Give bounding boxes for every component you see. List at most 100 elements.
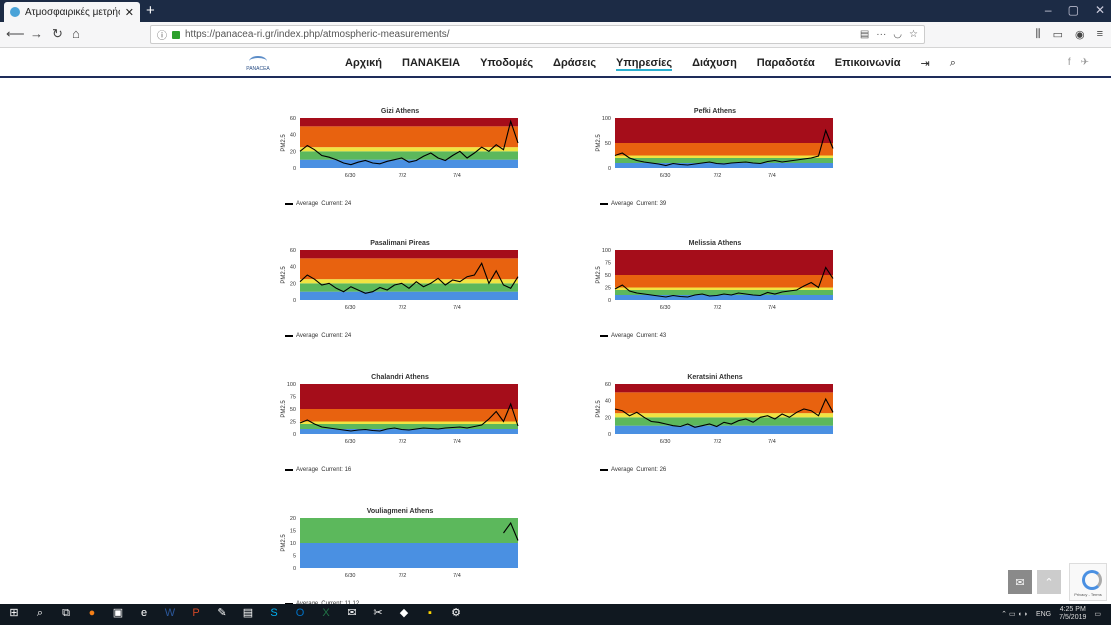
arrow-right-icon: → <box>30 26 43 41</box>
chart-band <box>615 413 833 418</box>
chart-band <box>300 118 518 127</box>
clock[interactable]: 4:25 PM 7/5/2019 <box>1059 606 1086 622</box>
y-tick-label: 100 <box>602 248 611 254</box>
settings-icon[interactable]: ⚙ <box>450 607 462 619</box>
chart-band <box>615 143 833 156</box>
email-button[interactable]: ✉ <box>1008 570 1032 594</box>
chart-band <box>300 409 518 422</box>
firefox-icon[interactable]: ● <box>86 607 98 619</box>
outlook-icon[interactable]: O <box>294 607 306 619</box>
windows-taskbar: ⊞ ⌕ ⧉ ● ▣ e W P ✎ ▤ S O X ✉ ✂ ◆ ▪ ⚙ ⌃ ▭ ◖ ◗ ENG 4:25 PM 7… <box>0 604 1111 625</box>
x-tick-label: 6/30 <box>345 173 356 179</box>
y-tick-label: 0 <box>608 298 611 304</box>
menu-item-actions[interactable]: Δράσεις <box>553 57 596 71</box>
menu-item-dissemination[interactable]: Διάχυση <box>692 57 737 71</box>
search-icon[interactable]: ⌕ <box>950 57 956 71</box>
sidebar-icon[interactable]: ▭ <box>1053 28 1063 41</box>
y-tick-label: 50 <box>605 273 611 279</box>
files-icon[interactable]: ▤ <box>242 607 254 619</box>
powerpoint-icon[interactable]: P <box>190 607 202 619</box>
chart-svg: 0 20 40 60 PM2.5 6/30 7/2 7/4 <box>596 382 834 445</box>
tool-icon[interactable]: ✂ <box>372 607 384 619</box>
chart-band <box>615 417 833 426</box>
notifications-icon[interactable]: ▭ <box>1094 610 1101 618</box>
search-icon[interactable]: ⌕ <box>34 607 46 619</box>
chart-panel: Vouliagmeni Athens 0 5 10 15 20 PM2.5 6/30 7/2 7/… <box>275 508 525 607</box>
login-icon[interactable]: ⇥ <box>921 57 930 71</box>
back-button[interactable]: ⟵ <box>6 26 25 42</box>
sticky-notes-icon[interactable]: ▪ <box>424 607 436 619</box>
lock-icon <box>172 30 180 39</box>
chart-band <box>615 275 833 288</box>
new-tab-button[interactable]: + <box>146 2 155 19</box>
word-icon[interactable]: W <box>164 607 176 619</box>
chart-band <box>615 425 833 434</box>
legend-swatch <box>600 335 608 337</box>
y-tick-label: 40 <box>290 265 296 271</box>
y-tick-label: 0 <box>608 166 611 172</box>
chart-band <box>300 126 518 148</box>
chart-legend: Average Current: 16 <box>285 467 351 473</box>
url-text[interactable]: https://panacea-ri.gr/index.php/atmosphe… <box>185 29 450 40</box>
site-logo[interactable]: PANACEA <box>243 54 273 74</box>
envelope-icon: ✉ <box>1015 576 1025 589</box>
app-icon[interactable]: ◆ <box>398 607 410 619</box>
chart-band <box>300 159 518 168</box>
library-icon[interactable]: ⫼ <box>1036 28 1041 41</box>
chart-band <box>615 295 833 300</box>
x-tick-label: 7/4 <box>453 305 461 311</box>
home-button[interactable]: ⌂ <box>72 26 80 41</box>
chart-band <box>300 543 518 568</box>
edge-icon[interactable]: e <box>138 607 150 619</box>
maximize-button[interactable]: ▢ <box>1068 3 1079 17</box>
pocket-icon[interactable]: ◡ <box>893 29 902 40</box>
language-indicator[interactable]: ENG <box>1036 611 1051 618</box>
task-view-icon[interactable]: ⧉ <box>60 607 72 619</box>
paint-icon[interactable]: ✎ <box>216 607 228 619</box>
reload-button[interactable]: ↻ <box>52 26 63 42</box>
twitter-icon[interactable]: ✈ <box>1081 57 1089 68</box>
recaptcha-badge[interactable]: Privacy - Terms <box>1069 563 1107 601</box>
y-tick-label: 0 <box>293 298 296 304</box>
y-tick-label: 0 <box>293 432 296 438</box>
menu-item-services[interactable]: Υπηρεσίες <box>616 57 673 71</box>
main-menu: Αρχική ΠΑΝΑΚΕΙΑ Υποδομές Δράσεις Υπηρεσί… <box>345 57 956 71</box>
chart-panel: Pefki Athens 0 50 100 PM2.5 6/30 7/2 7/4 Average… <box>590 108 840 207</box>
facebook-icon[interactable]: f <box>1068 57 1071 68</box>
more-icon[interactable]: ··· <box>876 29 886 40</box>
menu-icon[interactable]: ≡ <box>1097 28 1103 41</box>
account-icon[interactable]: ◉ <box>1075 28 1085 41</box>
system-tray: ⌃ ▭ ◖ ◗ ENG 4:25 PM 7/5/2019 ▭ <box>1001 606 1101 622</box>
right-toolbar: ⫼ ▭ ◉ ≡ <box>1036 28 1104 41</box>
chart-legend: Average Current: 43 <box>600 333 666 339</box>
mail-icon[interactable]: ✉ <box>346 607 358 619</box>
scroll-top-button[interactable]: ⌃ <box>1037 570 1061 594</box>
forward-button[interactable]: → <box>30 26 43 41</box>
excel-icon[interactable]: X <box>320 607 332 619</box>
social-links: f ✈ <box>1068 57 1089 68</box>
close-tab-icon[interactable]: ✕ <box>125 6 134 19</box>
skype-icon[interactable]: S <box>268 607 280 619</box>
y-tick-label: 40 <box>290 133 296 139</box>
menu-item-deliverables[interactable]: Παραδοτέα <box>757 57 815 71</box>
chart-band <box>300 258 518 280</box>
reader-view-icon[interactable]: ▤ <box>860 29 869 40</box>
store-icon[interactable]: ▣ <box>112 607 124 619</box>
menu-item-home[interactable]: Αρχική <box>345 57 382 71</box>
close-window-button[interactable]: ✕ <box>1095 3 1105 17</box>
legend-label: Average <box>296 467 319 473</box>
browser-tab[interactable]: Ατμοσφαιρικές μετρήσεις – Pa ✕ <box>4 2 140 22</box>
tray-icons[interactable]: ⌃ ▭ ◖ ◗ <box>1001 610 1028 618</box>
y-tick-label: 60 <box>290 116 296 122</box>
menu-item-infrastructure[interactable]: Υποδομές <box>480 57 533 71</box>
star-icon[interactable]: ☆ <box>909 29 918 40</box>
minimize-button[interactable]: – <box>1045 3 1052 17</box>
info-icon[interactable]: ⓘ <box>157 27 167 42</box>
chart-legend: Average Current: 24 <box>285 333 351 339</box>
windows-icon[interactable]: ⊞ <box>8 607 20 619</box>
chart-svg: 0 25 50 75 100 PM2.5 6/30 7/2 7/4 <box>596 248 834 311</box>
menu-item-contact[interactable]: Επικοινωνία <box>835 57 901 71</box>
url-bar[interactable]: ⓘ https://panacea-ri.gr/index.php/atmosp… <box>150 25 925 44</box>
menu-item-panakeia[interactable]: ΠΑΝΑΚΕΙΑ <box>402 57 460 71</box>
y-tick-label: 25 <box>605 286 611 292</box>
